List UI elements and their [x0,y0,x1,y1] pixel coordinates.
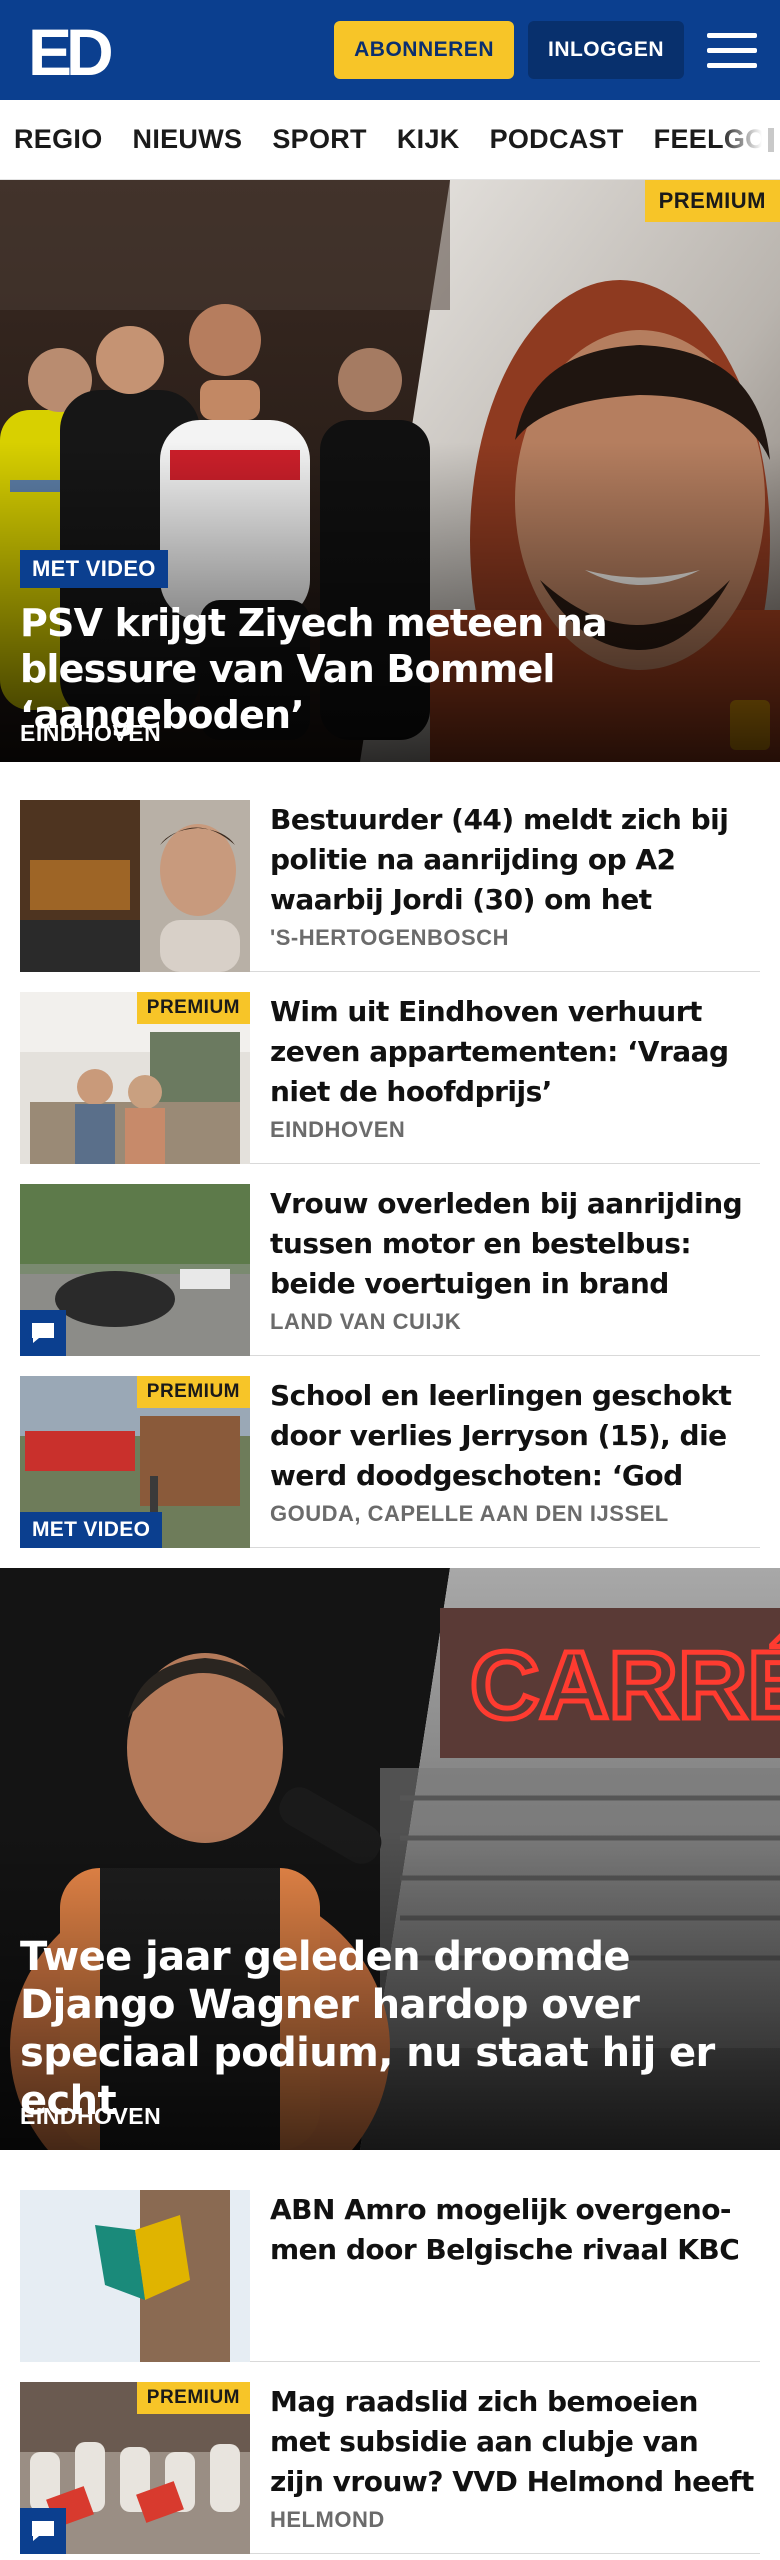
article-title[interactable]: School en leerlingen geschokt door verli… [270,1376,760,1495]
list-item[interactable]: PREMIUM Mag raadslid zich bemoeien met s… [20,2362,760,2554]
article-thumbnail [20,1184,250,1356]
feature-location: EINDHOVEN [20,2103,162,2129]
nav-item-sport[interactable]: SPORT [272,124,367,155]
article-title[interactable]: Bestuurder (44) meldt zich bij politie n… [270,800,760,919]
logo-text: ED [28,19,111,81]
article-thumbnail: PREMIUM [20,2382,250,2554]
comment-icon [20,2508,66,2554]
article-location: HELMOND [270,2507,385,2532]
site-header: ED ABONNEREN INLOGGEN [0,0,780,100]
hero-article[interactable]: PREMIUM MET VIDEO [0,180,780,762]
subscribe-button[interactable]: ABONNEREN [334,21,514,79]
hero-gradient [0,442,780,762]
menu-icon[interactable] [700,21,764,79]
comment-icon [20,1310,66,1356]
list-item[interactable]: ABN Amro mogelijk overgeno-men door Belg… [20,2170,760,2362]
feature-article[interactable]: CARRÉ Twee jaar geleden droomde Django W… [0,1568,780,2150]
article-list-2: ABN Amro mogelijk overgeno-men door Belg… [0,2170,780,2554]
article-thumbnail [20,2190,250,2362]
nav-item-regio[interactable]: REGIO [14,124,103,155]
list-item[interactable]: PREMIUM MET VIDEO School en leerlingen g… [20,1356,760,1548]
premium-badge: PREMIUM [136,1376,250,1408]
list-item[interactable]: PREMIUM Wim uit Eindhoven verhuurt zeven… [20,972,760,1164]
section-nav: REGIO NIEUWS SPORT KIJK PODCAST FEELGOOD [0,100,780,180]
article-title[interactable]: ABN Amro mogelijk overgeno-men door Belg… [270,2190,760,2270]
article-location: LAND VAN CUIJK [270,1309,462,1334]
article-thumbnail [20,800,250,972]
login-button[interactable]: INLOGGEN [527,21,684,79]
nav-item-kijk[interactable]: KIJK [397,124,460,155]
nav-item-podcast[interactable]: PODCAST [490,124,624,155]
nav-item-nieuws[interactable]: NIEUWS [133,124,243,155]
article-title[interactable]: Vrouw overleden bij aanrijding tussen mo… [270,1184,760,1303]
article-title[interactable]: Wim uit Eindhoven verhuurt zeven apparte… [270,992,760,1111]
article-location: GOUDA, CAPELLE AAN DEN IJSSEL [270,1501,669,1526]
article-title[interactable]: Mag raadslid zich bemoeien met subsidie … [270,2382,760,2501]
carre-sign-text: CARRÉ [470,1632,780,1739]
article-thumbnail: PREMIUM [20,992,250,1164]
premium-badge: PREMIUM [136,2382,250,2414]
premium-badge: PREMIUM [644,180,780,222]
article-location: EINDHOVEN [270,1117,406,1142]
feature-title[interactable]: Twee jaar geleden droomde Django Wagner … [20,1933,760,2125]
list-item[interactable]: Vrouw overleden bij aanrijding tussen mo… [20,1164,760,1356]
article-thumbnail: PREMIUM MET VIDEO [20,1376,250,1548]
premium-badge: PREMIUM [136,992,250,1024]
list-item[interactable]: Bestuurder (44) meldt zich bij politie n… [20,780,760,972]
article-list: Bestuurder (44) meldt zich bij politie n… [0,780,780,1548]
article-location: 'S-HERTOGENBOSCH [270,925,509,950]
nav-overflow-indicator [768,128,774,152]
video-badge: MET VIDEO [20,1512,163,1548]
site-logo[interactable]: ED [28,19,116,81]
